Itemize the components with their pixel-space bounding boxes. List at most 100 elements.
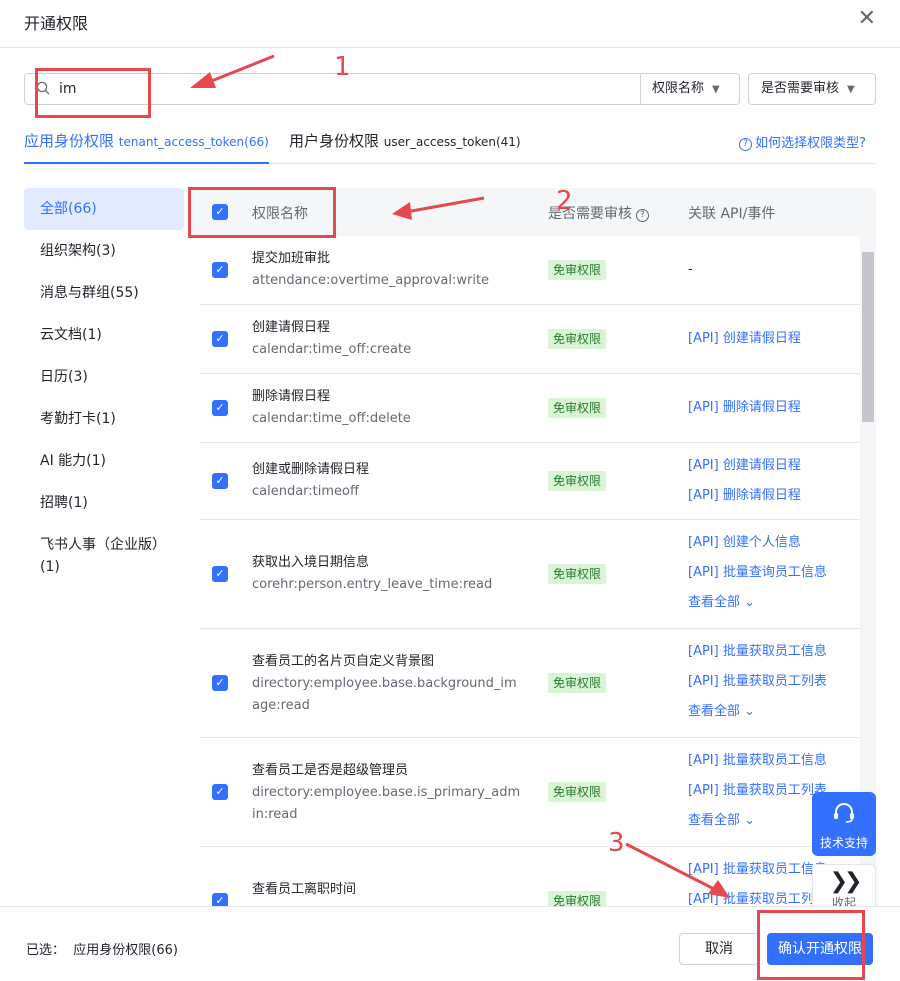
- search-row: 权限名称 ▼ 是否需要审核 ▼: [24, 73, 876, 105]
- dialog-header: 开通权限 ✕: [0, 0, 900, 48]
- category-sidebar: 全部(66) 组织架构(3) 消息与群组(55) 云文档(1) 日历(3) 考勤…: [24, 188, 184, 588]
- dialog-title: 开通权限: [24, 14, 89, 33]
- permission-title: 创建请假日程: [252, 320, 331, 335]
- help-link-label: 如何选择权限类型?: [755, 136, 866, 151]
- tab-label: 用户身份权限: [289, 132, 380, 150]
- sidebar-item-calendar[interactable]: 日历(3): [24, 356, 184, 398]
- headset-icon: [834, 803, 854, 823]
- api-list: [API] 创建请假日程 [API] 删除请假日程: [688, 451, 801, 511]
- permission-scope: calendar:time_off:create: [252, 342, 412, 357]
- header-api: 关联 API/事件: [688, 206, 776, 222]
- api-link[interactable]: [API] 批量获取员工信息: [688, 637, 827, 667]
- view-all-link[interactable]: 查看全部 ⌄: [688, 806, 827, 836]
- permission-title: 查看员工的名片页自定义背景图: [252, 654, 435, 669]
- no-api-dash: -: [688, 262, 693, 277]
- row-checkbox[interactable]: ✓: [212, 893, 228, 906]
- permission-name: 查看员工是否是超级管理员 directory:employee.base.is_p…: [252, 760, 522, 826]
- sidebar-item-corehr[interactable]: 飞书人事（企业版）(1): [24, 524, 164, 588]
- tech-support-label: 技术支持: [819, 836, 868, 850]
- sidebar-item-all[interactable]: 全部(66): [24, 188, 184, 230]
- api-link[interactable]: [API] 批量获取员工列表: [688, 885, 827, 906]
- chevron-down-icon: ▼: [847, 84, 855, 95]
- tab-bar: 应用身份权限 tenant_access_token(66) 用户身份权限 us…: [24, 126, 876, 164]
- permission-title: 删除请假日程: [252, 389, 331, 404]
- sidebar-item-hiring[interactable]: 招聘(1): [24, 482, 184, 524]
- tab-tenant[interactable]: 应用身份权限 tenant_access_token(66): [24, 130, 269, 164]
- sidebar-item-ai[interactable]: AI 能力(1): [24, 440, 184, 482]
- view-all-label: 查看全部: [688, 704, 741, 719]
- tab-label: 应用身份权限: [24, 132, 115, 150]
- api-list: [API] 创建个人信息 [API] 批量查询员工信息 查看全部 ⌄: [688, 528, 827, 618]
- question-icon: ?: [739, 138, 753, 151]
- status-badge: 免审权限: [548, 471, 607, 491]
- api-list: [API] 创建请假日程: [688, 324, 801, 354]
- row-checkbox[interactable]: ✓: [212, 262, 228, 278]
- permission-title: 查看员工离职时间: [252, 882, 357, 897]
- sidebar-item-messages[interactable]: 消息与群组(55): [24, 272, 184, 314]
- row-checkbox[interactable]: ✓: [212, 473, 228, 489]
- row-checkbox[interactable]: ✓: [212, 331, 228, 347]
- api-link[interactable]: [API] 删除请假日程: [688, 393, 801, 423]
- api-link[interactable]: [API] 创建请假日程: [688, 324, 801, 354]
- permission-scope: attendance:overtime_approval:write: [252, 273, 490, 288]
- row-checkbox[interactable]: ✓: [212, 566, 228, 582]
- status-badge: 免审权限: [548, 782, 607, 802]
- close-icon[interactable]: ✕: [858, 8, 876, 30]
- chevron-down-icon: ⌄: [744, 595, 756, 610]
- double-chevron-right-icon: ❯❯: [829, 869, 863, 894]
- api-list: [API] 批量获取员工信息 [API] 批量获取员工列表 查看全部 ⌄: [688, 746, 827, 836]
- table-row: ✓ 创建请假日程 calendar:time_off:create 免审权限 [A…: [200, 305, 860, 374]
- api-list: [API] 批量获取员工信息 [API] 批量获取员工列表 查看全部 ⌄: [688, 637, 827, 727]
- api-link[interactable]: [API] 批量获取员工信息: [688, 855, 827, 885]
- permission-name: 查看员工的名片页自定义背景图 directory:employee.base.ba…: [252, 651, 522, 717]
- sidebar-item-org[interactable]: 组织架构(3): [24, 230, 184, 272]
- status-badge: 免审权限: [548, 398, 607, 418]
- permission-scope: directory:employee.base.is_primary_admin…: [252, 785, 521, 822]
- view-all-label: 查看全部: [688, 595, 741, 610]
- chevron-down-icon: ▼: [712, 84, 720, 95]
- sidebar-item-docs[interactable]: 云文档(1): [24, 314, 184, 356]
- api-link[interactable]: [API] 创建请假日程: [688, 451, 801, 481]
- row-checkbox[interactable]: ✓: [212, 400, 228, 416]
- row-checkbox[interactable]: ✓: [212, 784, 228, 800]
- permission-name: 提交加班审批 attendance:overtime_approval:write: [252, 248, 522, 292]
- view-all-label: 查看全部: [688, 813, 741, 828]
- tab-user[interactable]: 用户身份权限 user_access_token(41): [289, 130, 521, 164]
- permission-name: 查看员工离职时间: [252, 879, 522, 901]
- search-divider: [640, 74, 641, 104]
- row-checkbox[interactable]: ✓: [212, 675, 228, 691]
- status-badge: 免审权限: [548, 564, 607, 584]
- chevron-down-icon: ⌄: [744, 704, 756, 719]
- permission-title: 提交加班审批: [252, 251, 331, 266]
- tech-support-button[interactable]: 技术支持: [812, 792, 876, 856]
- status-badge: 免审权限: [548, 673, 607, 693]
- selected-value: 应用身份权限(66): [73, 943, 178, 958]
- cancel-button[interactable]: 取消: [679, 933, 759, 965]
- view-all-link[interactable]: 查看全部 ⌄: [688, 588, 827, 618]
- review-select[interactable]: 是否需要审核 ▼: [748, 73, 876, 105]
- api-link[interactable]: [API] 批量获取员工信息: [688, 746, 827, 776]
- table-row: ✓ 查看员工的名片页自定义背景图 directory:employee.base.…: [200, 629, 860, 738]
- help-link[interactable]: ? 如何选择权限类型?: [739, 132, 866, 151]
- tab-token: user_access_token(41): [383, 135, 521, 149]
- api-link[interactable]: [API] 批量获取员工列表: [688, 776, 827, 806]
- permission-title: 创建或删除请假日程: [252, 462, 370, 477]
- scope-select[interactable]: 权限名称 ▼: [652, 74, 720, 104]
- api-link[interactable]: [API] 创建个人信息: [688, 528, 827, 558]
- scrollbar-thumb[interactable]: [862, 252, 874, 422]
- view-all-link[interactable]: 查看全部 ⌄: [688, 697, 827, 727]
- permission-scope: corehr:person.entry_leave_time:read: [252, 577, 493, 592]
- status-badge: 免审权限: [548, 891, 607, 906]
- selected-label: 已选：: [26, 943, 66, 958]
- table-row: ✓ 创建或删除请假日程 calendar:timeoff 免审权限 [API] 创…: [200, 443, 860, 520]
- chevron-down-icon: ⌄: [744, 813, 756, 828]
- table-row: ✓ 删除请假日程 calendar:time_off:delete 免审权限 [A…: [200, 374, 860, 443]
- sidebar-item-attendance[interactable]: 考勤打卡(1): [24, 398, 184, 440]
- question-icon[interactable]: ?: [636, 209, 649, 222]
- annotation-number: 3: [608, 828, 625, 858]
- permission-name: 创建或删除请假日程 calendar:timeoff: [252, 459, 522, 503]
- api-list: [API] 批量获取员工信息 [API] 批量获取员工列表: [688, 855, 827, 906]
- api-link[interactable]: [API] 批量查询员工信息: [688, 558, 827, 588]
- api-link[interactable]: [API] 批量获取员工列表: [688, 667, 827, 697]
- api-link[interactable]: [API] 删除请假日程: [688, 481, 801, 511]
